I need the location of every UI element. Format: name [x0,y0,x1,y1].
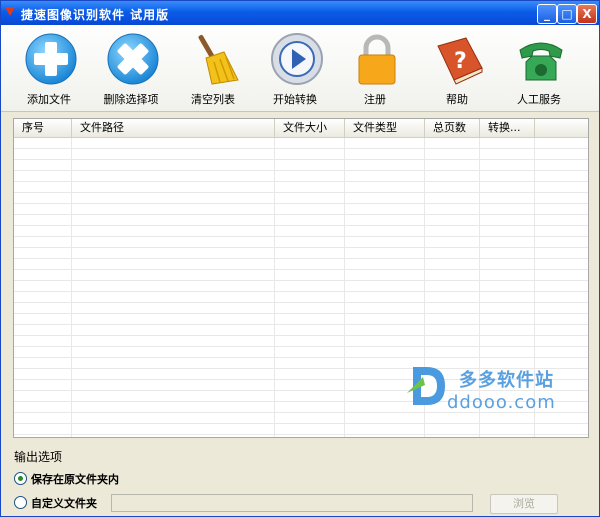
add-icon [25,33,77,85]
minimize-button[interactable]: _ [537,4,557,24]
help-button[interactable]: ? 帮助 [417,29,497,107]
col-header-size[interactable]: 文件大小 [275,119,345,137]
delete-selected-label: 删除选择项 [103,93,159,106]
manual-service-button[interactable]: 人工服务 [499,29,579,107]
grid-line [274,138,275,437]
file-list-header: 序号 文件路径 文件大小 文件类型 总页数 转换... [14,119,588,138]
delete-icon [107,33,159,85]
maximize-button[interactable]: □ [557,4,577,24]
delete-selected-button[interactable]: 删除选择项 [91,29,171,107]
lock-icon [358,34,396,85]
custom-folder-input[interactable] [111,494,473,512]
output-options-label: 输出选项 [14,450,63,464]
help-book-icon: ? [437,37,483,85]
add-file-label: 添加文件 [27,93,71,106]
register-button[interactable]: 注册 [335,29,415,107]
play-icon [271,33,323,85]
app-icon [5,7,15,16]
custom-folder-radio[interactable] [14,496,27,509]
start-convert-button[interactable]: 开始转换 [255,29,335,107]
watermark-url: ddooo.com [447,392,556,413]
start-convert-label: 开始转换 [273,93,317,106]
save-original-radio[interactable] [14,472,27,485]
browse-button[interactable]: 浏览 [490,494,558,514]
col-header-index[interactable]: 序号 [14,119,72,137]
col-header-pages[interactable]: 总页数 [425,119,480,137]
custom-folder-label[interactable]: 自定义文件夹 [31,495,97,511]
grid-line [71,138,72,437]
close-button[interactable]: X [577,4,597,24]
phone-icon [519,42,563,81]
help-label: 帮助 [446,93,468,106]
add-file-button[interactable]: 添加文件 [9,29,89,107]
toolbar: 添加文件 删除选择项 清空列表 开始转换 注册 ? 帮助 人工服务 [1,25,599,112]
svg-text:?: ? [454,49,467,74]
watermark-site-name: 多多软件站 [459,370,554,391]
save-original-label[interactable]: 保存在原文件夹内 [31,471,119,487]
watermark-logo [407,367,445,405]
col-header-path[interactable]: 文件路径 [72,119,275,137]
clear-list-button[interactable]: 清空列表 [173,29,253,107]
broom-icon [198,34,239,85]
col-header-convert[interactable]: 转换... [480,119,535,137]
app-window: 捷速图像识别软件 试用版 _ □ X 添加文件 删除选择项 清空列表 开始转换 … [0,0,600,517]
radio-selected-dot [18,476,23,481]
manual-service-label: 人工服务 [517,93,561,106]
grid-line [344,138,345,437]
col-header-type[interactable]: 文件类型 [345,119,425,137]
clear-list-label: 清空列表 [191,93,235,106]
title-bar[interactable]: 捷速图像识别软件 试用版 _ □ X [1,1,599,25]
register-label: 注册 [364,93,386,106]
window-title: 捷速图像识别软件 试用版 [21,8,170,22]
